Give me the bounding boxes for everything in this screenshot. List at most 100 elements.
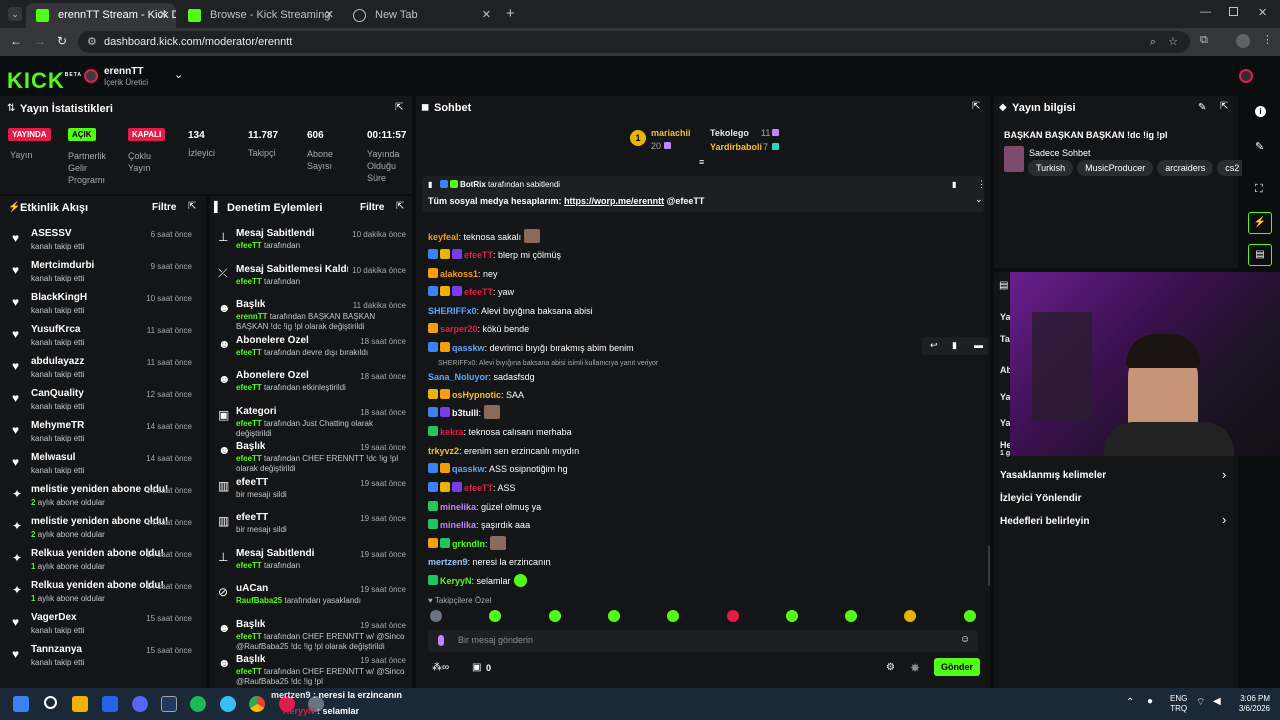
viewers-infinity-icon[interactable]: ⁂∞ (432, 662, 449, 673)
chat-input[interactable]: Bir mesaj gönderin ☺ (428, 630, 978, 652)
chrome-icon[interactable] (249, 696, 265, 712)
chat-username[interactable]: b3tulll (452, 408, 479, 418)
moderation-item[interactable]: ☻ Başlık erennTT tarafından BAŞKAN BAŞKAN … (210, 297, 408, 331)
chat-message[interactable]: efeeTT: ASS (428, 480, 516, 496)
chat-username[interactable]: efeeTT (464, 287, 493, 297)
chat-username[interactable]: minelika (440, 502, 476, 512)
chat-username[interactable]: mertzen9 (428, 557, 468, 567)
bookmark-star-icon[interactable]: ☆ (1168, 31, 1178, 53)
emote-icon[interactable] (845, 610, 858, 622)
reply-icon[interactable]: ↩ (930, 340, 938, 351)
chat-message[interactable]: minelika: güzel olmuş ya (428, 499, 541, 515)
popout-icon[interactable]: ⇱ (1220, 101, 1228, 112)
chat-username[interactable]: alakoss1 (440, 269, 478, 279)
chat-message[interactable]: keyfeal: teknosa sakalı (428, 229, 542, 245)
chat-message[interactable]: osHypnotic: SAA (428, 387, 524, 403)
tray-mic-icon[interactable]: ● (1147, 696, 1153, 707)
setting-goals[interactable]: Hedefleri belirleyin (1000, 516, 1089, 527)
tray-chevron-icon[interactable]: ⌃ (1126, 697, 1134, 708)
minimize-icon[interactable]: — (1200, 6, 1211, 18)
popout-icon[interactable]: ⇱ (396, 201, 404, 212)
vpn-icon[interactable] (220, 696, 236, 712)
chat-message[interactable]: KeryyN: selamlar (428, 573, 529, 589)
emote-icon[interactable] (667, 610, 680, 622)
chat-scrollbar[interactable] (988, 546, 990, 586)
chat-username[interactable]: qasskw (452, 464, 485, 474)
discord-icon[interactable] (132, 696, 148, 712)
close-window-icon[interactable]: ✕ (1258, 6, 1267, 19)
tab-list-icon[interactable]: ⌄ (8, 7, 22, 21)
popout-icon[interactable]: ⇱ (972, 101, 980, 112)
moderation-item[interactable]: ▥ efeeTT bir mesajı sildi 19 saat önce (210, 475, 408, 507)
emote-icon[interactable] (785, 610, 798, 622)
chat-message[interactable]: efeeTT: yaw (428, 284, 514, 300)
pencil-icon[interactable]: ✎ (1255, 140, 1264, 153)
activity-item[interactable]: ♥ BlackKingH kanalı takip etti 10 saat önce (0, 290, 200, 322)
browser-tab[interactable]: erennTT Stream - Kick Dashboar✕ (26, 3, 176, 28)
moderation-item[interactable]: ⊥ Mesaj Sabitlendi efeeTT tarafından 10 dak… (210, 226, 408, 258)
forward-icon[interactable]: → (34, 34, 46, 48)
tag-chip[interactable]: MusicProducer (1077, 160, 1154, 176)
chat-settings-gear-icon[interactable]: ⚙ (886, 662, 895, 673)
filter-button[interactable]: Filtre (360, 202, 384, 213)
close-icon[interactable]: ✕ (482, 3, 491, 28)
back-icon[interactable]: ← (10, 34, 22, 48)
emote-icon[interactable] (548, 610, 561, 622)
setting-viewer-redirect[interactable]: İzleyici Yönlendir (1000, 493, 1082, 504)
activity-item[interactable]: ♥ MehymeTR kanalı takip etti 14 saat önce (0, 418, 200, 450)
activity-item[interactable]: ✦ Relkua yeniden abone oldu! 1 aylık abone… (0, 578, 200, 610)
chat-message[interactable]: mertzen9: neresi la erzincanın (428, 554, 551, 570)
pinned-link[interactable]: https://worp.me/erenntt (564, 196, 664, 206)
wifi-icon[interactable]: ⌔ (1196, 696, 1205, 709)
zoom-icon[interactable]: ⌕ (1150, 31, 1156, 53)
moderation-item[interactable]: ☻ Abonelere Özel efeeTT tarafından etkinle… (210, 368, 408, 400)
chat-message[interactable]: Sana_Noluyor: sadasfsdg (428, 369, 535, 385)
site-info-icon[interactable]: ⚙ (87, 31, 97, 53)
activity-item[interactable]: ✦ melistie yeniden abone oldu! 2 aylık abo… (0, 514, 200, 546)
emoji-icon[interactable]: ☺ (960, 634, 970, 645)
moderation-item[interactable]: ⊥ Mesaj Sabitlendi efeeTT tarafından 19 saa… (210, 546, 408, 578)
delete-icon[interactable]: ▬ (974, 340, 983, 350)
edit-pencil-icon[interactable]: ✎ (1198, 102, 1206, 113)
card-active-icon[interactable]: ▤ (1248, 244, 1272, 266)
chat-message[interactable]: kekra: teknosa calısanı merhaba (428, 424, 572, 440)
popout-icon[interactable]: ⇱ (188, 201, 196, 212)
activity-item[interactable]: ♥ abdulayazz kanalı takip etti 11 saat önce (0, 354, 200, 386)
moderation-item[interactable]: ⊘ uACan RaufBaba25 tarafından yasaklandı 19… (210, 581, 408, 613)
new-tab-button[interactable]: + (506, 5, 515, 22)
chat-message[interactable]: trkyvz2: erenim sen erzincanlı mıydın (428, 443, 579, 459)
collapse-chevron-icon[interactable]: ⌄ (975, 194, 983, 205)
emote-icon[interactable] (904, 610, 917, 622)
emote-icon[interactable] (963, 610, 976, 622)
kick-logo[interactable]: KICKBETA (7, 64, 82, 92)
chat-username[interactable]: osHypnotic (452, 390, 501, 400)
moderation-item[interactable]: ☻ Abonelere Özel efeeTT tarafından devre d… (210, 333, 408, 365)
bolt-active-icon[interactable]: ⚡ (1248, 212, 1272, 234)
activity-item[interactable]: ✦ melistie yeniden abone oldu! 2 aylık abo… (0, 482, 200, 514)
chevron-right-icon[interactable]: › (1222, 512, 1226, 527)
chat-message[interactable]: qasskw: devrimci bıyığı bırakmış abim be… (428, 340, 634, 356)
emote-icon[interactable] (489, 610, 502, 622)
activity-item[interactable]: ♥ Tannzanya kanalı takip etti 15 saat önce (0, 642, 200, 674)
reload-icon[interactable]: ↻ (57, 34, 67, 48)
activity-item[interactable]: ♥ ASESSV kanalı takip etti 6 saat önce (0, 226, 200, 258)
chat-username[interactable]: kekra (440, 427, 464, 437)
emote-icon[interactable] (726, 610, 739, 622)
chat-username[interactable]: sarper20 (440, 324, 478, 334)
activity-item[interactable]: ♥ YusufKrca kanalı takip etti 11 saat önce (0, 322, 200, 354)
moderation-item[interactable]: ▥ efeeTT bir mesajı sildi 19 saat önce (210, 510, 408, 542)
browser-tab[interactable]: Browse - Kick Streaming ✕ (178, 3, 342, 28)
activity-item[interactable]: ♥ Mertcimdurbi kanalı takip etti 9 saat önc… (0, 258, 200, 290)
chat-username[interactable]: qasskw (452, 343, 485, 353)
info-icon[interactable]: i (1255, 106, 1266, 117)
restore-icon[interactable] (1229, 7, 1238, 16)
send-button[interactable]: Gönder (934, 658, 980, 676)
chat-username[interactable]: SHERIFFx0 (428, 306, 477, 316)
chat-message[interactable]: grkndln: (428, 536, 508, 552)
user-avatar[interactable] (1239, 69, 1253, 83)
search-icon[interactable] (44, 696, 57, 709)
emote-icon[interactable] (430, 610, 442, 622)
file-explorer-icon[interactable] (72, 696, 88, 712)
activity-item[interactable]: ♥ Melwasul kanalı takip etti 14 saat önce (0, 450, 200, 482)
unpin-icon[interactable]: ▮ (952, 180, 956, 189)
